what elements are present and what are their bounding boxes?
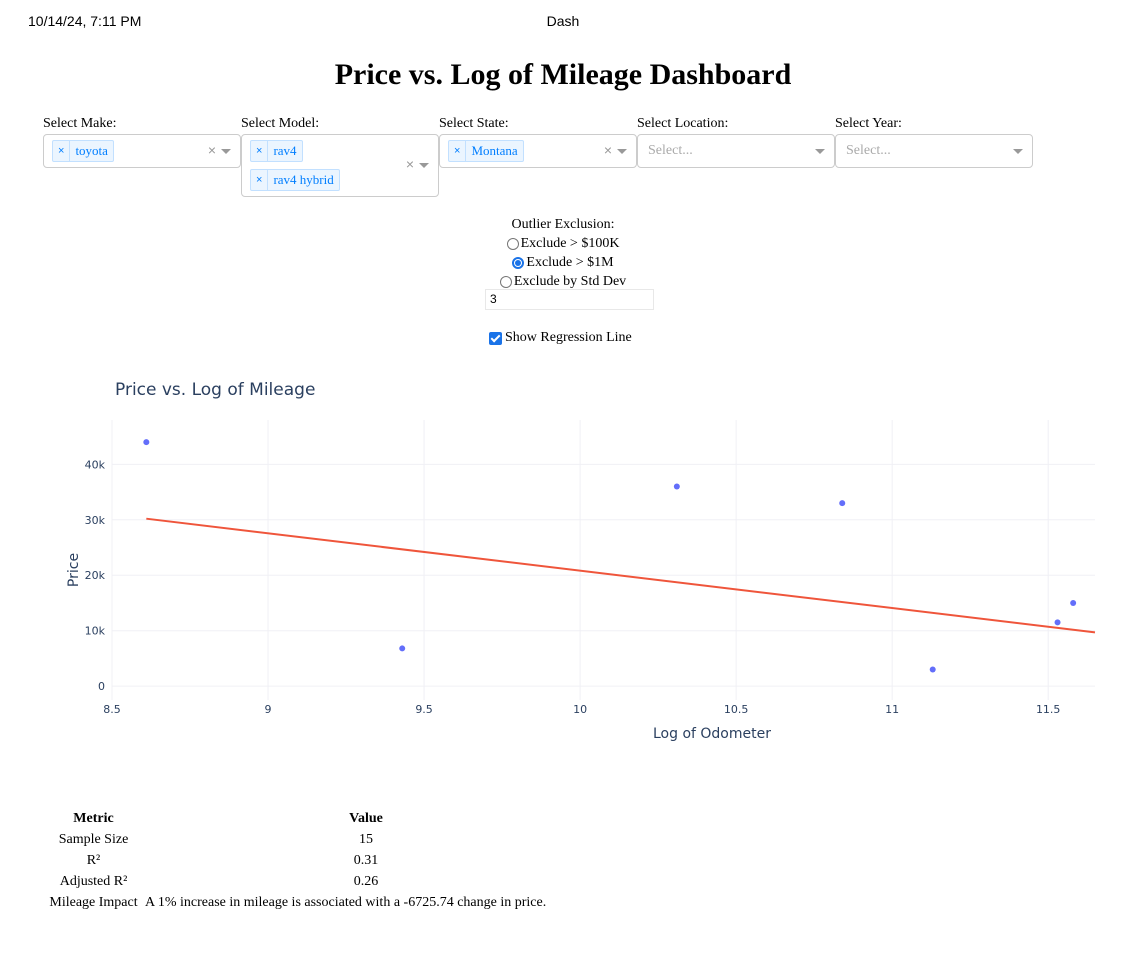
y-axis-ticks: 0 10k 20k 30k 40k bbox=[85, 458, 106, 693]
outlier-title: Outlier Exclusion: bbox=[511, 216, 615, 232]
metric-value: 15 bbox=[359, 831, 373, 847]
table-row: Adjusted R² 0.26 bbox=[46, 871, 591, 892]
remove-chip-icon[interactable]: × bbox=[449, 141, 467, 161]
make-chip: × toyota bbox=[52, 140, 114, 162]
make-label: Select Make: bbox=[43, 116, 117, 131]
data-point[interactable] bbox=[143, 439, 150, 446]
model-chip-label: rav4 bbox=[273, 143, 297, 158]
outlier-option-label: Exclude > $1M bbox=[526, 254, 614, 270]
year-label: Select Year: bbox=[835, 116, 902, 131]
location-dropdown[interactable]: Select... bbox=[637, 134, 835, 168]
metric-name: Adjusted R² bbox=[59, 873, 128, 889]
table-header-row: Metric Value bbox=[46, 808, 591, 829]
metric-name: Mileage Impact bbox=[49, 894, 138, 910]
data-point[interactable] bbox=[1054, 619, 1061, 626]
make-dropdown[interactable]: × toyota × bbox=[43, 134, 241, 168]
regression-toggle[interactable]: Show Regression Line bbox=[489, 330, 632, 346]
clear-icon[interactable]: × bbox=[604, 142, 612, 158]
x-tick-label: 10.5 bbox=[724, 703, 749, 716]
location-label: Select Location: bbox=[637, 116, 729, 131]
x-tick-label: 11 bbox=[885, 703, 899, 716]
metrics-table: Metric Value Sample Size 15 R² 0.31 Adju… bbox=[46, 808, 591, 913]
chart-grid bbox=[111, 420, 1095, 700]
y-tick-label: 0 bbox=[98, 680, 105, 693]
x-tick-label: 9.5 bbox=[415, 703, 433, 716]
state-chip: × Montana bbox=[448, 140, 524, 162]
page-title: Price vs. Log of Mileage Dashboard bbox=[334, 58, 792, 91]
x-tick-label: 10 bbox=[573, 703, 587, 716]
year-placeholder: Select... bbox=[846, 143, 891, 158]
chevron-down-icon[interactable] bbox=[1013, 149, 1023, 154]
data-points bbox=[143, 439, 1077, 673]
make-chip-label: toyota bbox=[75, 143, 108, 158]
x-tick-label: 8.5 bbox=[103, 703, 121, 716]
print-title: Dash bbox=[546, 13, 580, 29]
outlier-exclusion: Outlier Exclusion: Exclude > $100K Exclu… bbox=[0, 215, 1126, 291]
table-row: R² 0.31 bbox=[46, 850, 591, 871]
model-chip-label: rav4 hybrid bbox=[273, 172, 334, 187]
clear-icon[interactable]: × bbox=[406, 156, 414, 172]
model-dropdown[interactable]: × rav4 × rav4 hybrid × bbox=[241, 134, 439, 197]
data-point[interactable] bbox=[839, 500, 846, 507]
radio-button[interactable] bbox=[499, 275, 512, 288]
x-axis-ticks: 8.5 9 9.5 10 10.5 11 11.5 bbox=[103, 703, 1060, 716]
y-tick-label: 30k bbox=[85, 514, 106, 527]
clear-icon[interactable]: × bbox=[208, 142, 216, 158]
x-axis-label: Log of Odometer bbox=[653, 726, 771, 742]
model-chip: × rav4 bbox=[250, 140, 303, 162]
remove-chip-icon[interactable]: × bbox=[53, 141, 71, 161]
model-filter: Select Model: × rav4 × rav4 hybrid × bbox=[241, 116, 439, 197]
outlier-option-label: Exclude by Std Dev bbox=[513, 273, 627, 289]
table-row: Sample Size 15 bbox=[46, 829, 591, 850]
metric-name: Sample Size bbox=[58, 831, 129, 847]
state-dropdown[interactable]: × Montana × bbox=[439, 134, 637, 168]
metric-value: 0.31 bbox=[353, 852, 379, 868]
metric-value: A 1% increase in mileage is associated w… bbox=[145, 894, 547, 910]
data-point[interactable] bbox=[399, 645, 406, 652]
y-tick-label: 20k bbox=[85, 569, 106, 582]
outlier-option-100k[interactable]: Exclude > $100K bbox=[0, 234, 1126, 253]
radio-button[interactable] bbox=[506, 237, 519, 250]
location-placeholder: Select... bbox=[648, 143, 693, 158]
x-tick-label: 11.5 bbox=[1036, 703, 1061, 716]
std-dev-input[interactable]: 3 bbox=[485, 289, 654, 310]
data-point[interactable] bbox=[1070, 599, 1077, 606]
y-axis-label: Price bbox=[66, 553, 82, 587]
chart-title: Price vs. Log of Mileage bbox=[115, 380, 315, 400]
y-tick-label: 40k bbox=[85, 458, 106, 471]
regression-toggle-label: Show Regression Line bbox=[505, 330, 632, 345]
outlier-option-label: Exclude > $100K bbox=[520, 235, 620, 251]
remove-chip-icon[interactable]: × bbox=[251, 170, 269, 190]
metric-value: 0.26 bbox=[353, 873, 379, 889]
radio-button-selected[interactable] bbox=[512, 256, 525, 269]
make-filter: Select Make: × toyota × bbox=[43, 116, 241, 168]
outlier-option-1m[interactable]: Exclude > $1M bbox=[0, 253, 1126, 272]
year-dropdown[interactable]: Select... bbox=[835, 134, 1033, 168]
state-filter: Select State: × Montana × bbox=[439, 116, 637, 168]
state-chip-label: Montana bbox=[471, 143, 518, 158]
year-filter: Select Year: Select... bbox=[835, 116, 1033, 168]
scatter-chart: Price vs. Log of Mileage 0 10k 20k 30k 40k 8… bbox=[66, 380, 1096, 742]
model-chip: × rav4 hybrid bbox=[250, 169, 340, 191]
model-label: Select Model: bbox=[241, 116, 320, 131]
value-header: Value bbox=[349, 810, 383, 826]
metric-name: R² bbox=[86, 852, 101, 868]
table-row: Mileage Impact A 1% increase in mileage … bbox=[46, 892, 591, 913]
location-filter: Select Location: Select... bbox=[637, 116, 835, 168]
remove-chip-icon[interactable]: × bbox=[251, 141, 269, 161]
state-label: Select State: bbox=[439, 116, 509, 131]
data-point[interactable] bbox=[673, 483, 680, 490]
checkbox[interactable] bbox=[489, 331, 502, 345]
data-point[interactable] bbox=[929, 666, 936, 673]
chevron-down-icon[interactable] bbox=[617, 149, 627, 154]
x-tick-label: 9 bbox=[265, 703, 272, 716]
y-tick-label: 10k bbox=[85, 625, 106, 638]
chevron-down-icon[interactable] bbox=[815, 149, 825, 154]
chevron-down-icon[interactable] bbox=[221, 149, 231, 154]
chevron-down-icon[interactable] bbox=[419, 163, 429, 168]
metric-header: Metric bbox=[73, 810, 114, 826]
